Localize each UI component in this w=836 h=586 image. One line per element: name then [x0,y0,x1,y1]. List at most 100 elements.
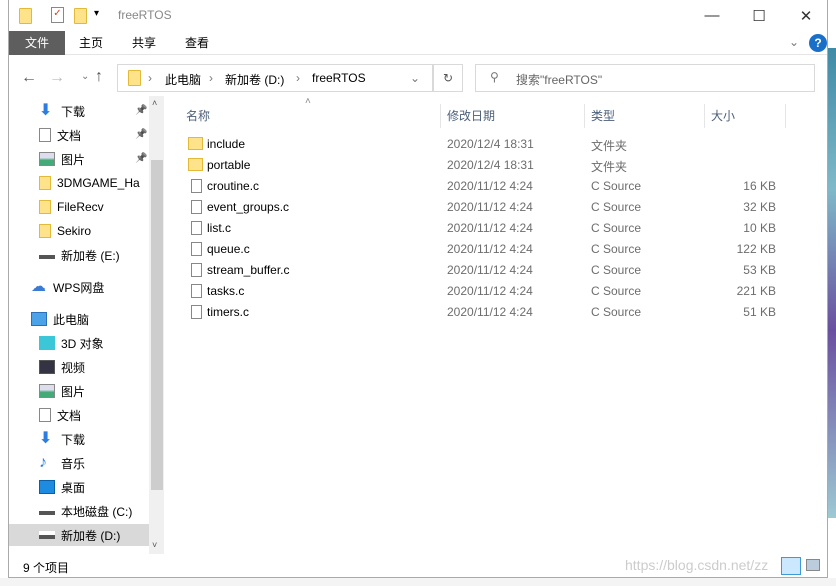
file-name: portable [207,158,251,172]
sidebar-item[interactable]: 3D 对象 [39,332,149,354]
help-icon[interactable]: ? [809,34,827,52]
desktop-icon [39,480,55,494]
sidebar-item[interactable]: 新加卷 (D:) [9,524,149,546]
sidebar-item-label: FileRecv [57,200,104,214]
new-folder-icon[interactable] [74,8,87,24]
file-row[interactable]: tasks.c 2020/11/12 4:24 C Source 221 KB [185,281,785,302]
document-icon [39,408,51,422]
sidebar-item[interactable]: 此电脑 [31,308,141,330]
sidebar-item[interactable]: Sekiro [39,220,149,242]
file-row[interactable]: event_groups.c 2020/11/12 4:24 C Source 32 … [185,197,785,218]
sidebar-item[interactable]: 新加卷 (E:) [39,244,149,266]
file-name: event_groups.c [207,200,290,214]
minimize-button[interactable]: — [689,0,735,31]
column-header-type[interactable]: 类型 [586,104,705,128]
c-source-file-icon [191,200,202,214]
c-source-file-icon [191,179,202,193]
drive-icon [39,507,55,515]
expand-ribbon-icon[interactable]: ⌄ [789,35,799,49]
refresh-button[interactable]: ↻ [433,64,463,92]
breadcrumb-freertos[interactable]: freeRTOS [312,71,366,85]
file-row[interactable]: croutine.c 2020/11/12 4:24 C Source 16 KB [185,176,785,197]
sidebar-item-label: Sekiro [57,224,92,238]
file-row[interactable]: portable 2020/12/4 18:31 文件夹 [185,155,785,176]
file-row[interactable]: include 2020/12/4 18:31 文件夹 [185,134,785,155]
file-row[interactable]: queue.c 2020/11/12 4:24 C Source 122 KB [185,239,785,260]
sidebar-item[interactable]: ☁ WPS网盘 [31,276,141,298]
forward-button[interactable]: → [49,69,65,87]
download-icon: ⬇ [39,102,53,119]
chevron-right-icon: › [209,71,213,85]
folder-icon [39,200,51,214]
download-icon: ⬇ [39,430,53,447]
picture-icon [39,384,55,398]
file-name: list.c [207,221,231,235]
sidebar-item[interactable]: ⬇ 下载 [39,428,149,450]
drive-icon [39,531,55,539]
address-dropdown-icon[interactable]: ⌄ [410,71,420,85]
column-header-size[interactable]: 大小 [706,104,786,128]
tab-view[interactable]: 查看 [171,31,223,55]
sidebar-item[interactable]: FileRecv [39,196,149,218]
refresh-icon: ↻ [442,71,454,85]
folder-icon [19,8,32,24]
file-date: 2020/11/12 4:24 [447,200,533,214]
tab-home[interactable]: 主页 [65,31,117,55]
sidebar-item[interactable]: 图片 [39,380,149,402]
file-row[interactable]: list.c 2020/11/12 4:24 C Source 10 KB [185,218,785,239]
properties-icon[interactable]: ✓ [51,7,64,23]
close-button[interactable]: ✕ [783,0,829,31]
back-button[interactable]: ← [21,69,37,87]
folder-icon [188,158,203,171]
sidebar-item[interactable]: 3DMGAME_Ha [39,172,149,194]
large-icons-view-button[interactable] [806,559,820,571]
folder-icon [39,176,51,190]
c-source-file-icon [191,263,202,277]
tab-file[interactable]: 文件 [9,31,65,55]
details-view-button[interactable] [781,557,801,575]
scroll-up-icon[interactable]: ˄ [152,98,157,108]
file-date: 2020/11/12 4:24 [447,263,533,277]
sidebar-item-label: 图片 [61,384,86,399]
file-name: include [207,137,246,151]
sidebar-item[interactable]: 视频 [39,356,149,378]
c-source-file-icon [191,284,202,298]
sidebar-item[interactable]: 图片 [39,148,149,170]
sidebar-item[interactable]: 桌面 [39,476,149,498]
file-name: tasks.c [207,284,245,298]
sidebar-item-label: 文档 [57,408,82,423]
file-row[interactable]: timers.c 2020/11/12 4:24 C Source 51 KB [185,302,785,323]
column-header-date[interactable]: 修改日期 [442,104,585,128]
file-size: 122 KB [736,242,776,256]
explorer-window: ✓ ▾ freeRTOS — ☐ ✕ 文件 主页 共享 查看 ⌄ ? ← → ⌄… [8,0,828,578]
maximize-icon: ☐ [752,7,766,25]
sidebar-item[interactable]: ♪ 音乐 [39,452,149,474]
tab-share[interactable]: 共享 [118,31,170,55]
file-row[interactable]: stream_buffer.c 2020/11/12 4:24 C Source 53… [185,260,785,281]
sidebar-item[interactable]: 文档 [39,404,149,426]
breadcrumb-this-pc[interactable]: 此电脑 [165,71,201,88]
recent-locations-button[interactable]: ⌄ [81,71,89,82]
breadcrumb-drive-d[interactable]: 新加卷 (D:) [225,71,284,88]
window-title: freeRTOS [118,8,172,22]
up-button[interactable]: ↑ [95,68,103,86]
customize-toolbar-icon[interactable]: ▾ [94,8,99,19]
sidebar-item[interactable]: 文档 [39,124,149,146]
title-bar: ✓ ▾ freeRTOS — ☐ ✕ [9,0,827,31]
sidebar-item-label: 音乐 [61,456,86,471]
folder-icon [128,70,141,86]
sidebar-item[interactable]: ⬇ 下载 [39,100,149,122]
item-count: 9 个项目 [23,561,70,575]
scroll-down-icon[interactable]: ˅ [152,540,157,550]
maximize-button[interactable]: ☐ [736,0,782,31]
watermark: https://blog.csdn.net/zz [625,557,769,573]
sidebar-scrollbar-thumb[interactable] [151,160,163,490]
sidebar-item[interactable]: 本地磁盘 (C:) [39,500,149,522]
file-size: 51 KB [743,305,776,319]
search-box[interactable]: ⚲ 搜索"freeRTOS" [475,64,815,92]
file-name: stream_buffer.c [207,263,290,277]
address-bar[interactable]: › 此电脑 › 新加卷 (D:) › freeRTOS ⌄ [117,64,433,92]
column-header-name[interactable]: 名称 [181,104,441,128]
file-name: croutine.c [207,179,260,193]
sidebar-item-label: 文档 [57,128,82,143]
